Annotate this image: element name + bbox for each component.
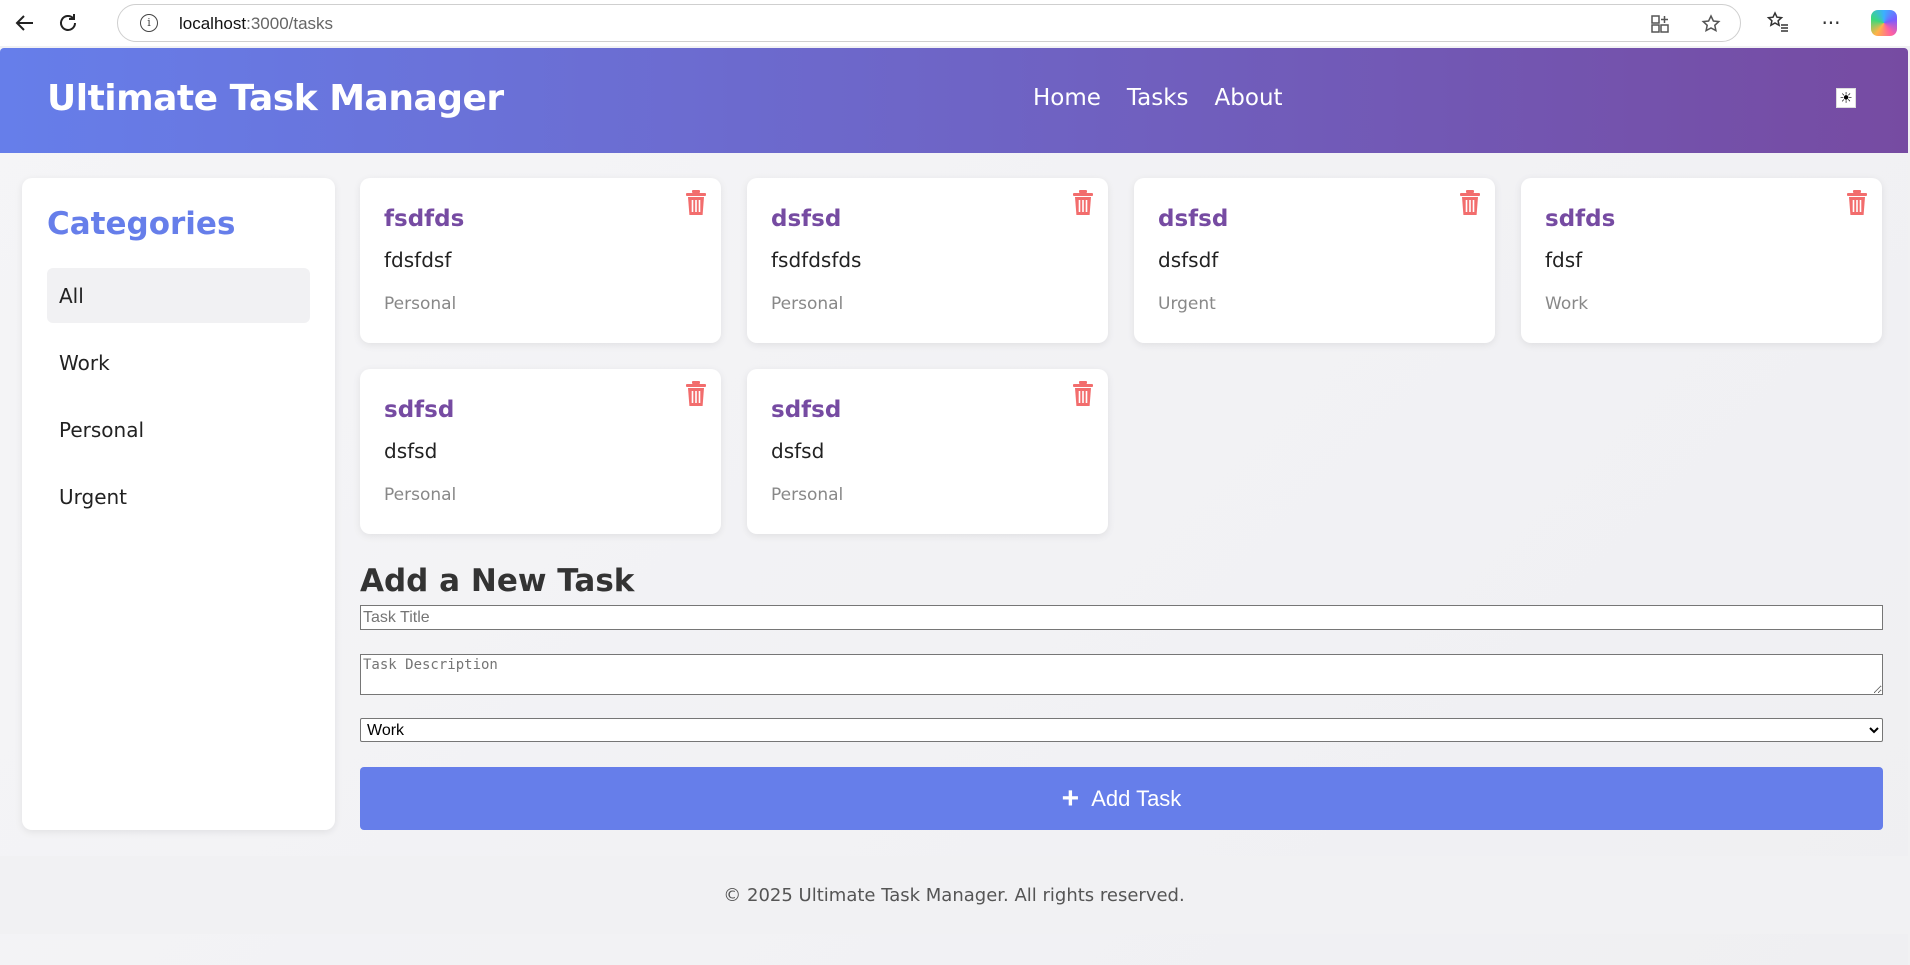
back-arrow-icon[interactable] — [12, 10, 38, 36]
task-card: dsfsd dsfsdf Urgent — [1134, 178, 1495, 343]
task-category: Personal — [384, 294, 457, 314]
task-title: sdfds — [1545, 206, 1616, 232]
trash-icon[interactable] — [1459, 190, 1481, 216]
sun-icon: ☀ — [1839, 89, 1853, 107]
category-item-personal[interactable]: Personal — [47, 402, 310, 457]
task-title: dsfsd — [1158, 206, 1229, 232]
sidebar-title: Categories — [47, 206, 236, 242]
task-category: Work — [1545, 294, 1589, 314]
category-label: Personal — [59, 417, 145, 442]
app-title: Ultimate Task Manager — [47, 78, 504, 119]
task-card: sdfsd dsfsd Personal — [360, 369, 721, 534]
address-bar[interactable]: i localhost:3000/tasks — [117, 4, 1741, 42]
app-header: Ultimate Task Manager Home Tasks About ☀ — [0, 48, 1908, 153]
task-description: dsfsd — [771, 439, 825, 463]
category-item-urgent[interactable]: Urgent — [47, 469, 310, 524]
task-category-select[interactable]: Work Personal Urgent — [360, 718, 1883, 742]
task-description: fdsfdsf — [384, 248, 452, 272]
trash-icon[interactable] — [1846, 190, 1868, 216]
task-category: Personal — [384, 485, 457, 505]
trash-icon[interactable] — [685, 190, 707, 216]
categories-sidebar: Categories All Work Personal Urgent — [22, 178, 335, 830]
more-menu-icon[interactable]: ··· — [1818, 10, 1844, 36]
copilot-icon[interactable] — [1871, 10, 1897, 36]
favorites-icon[interactable] — [1765, 10, 1791, 36]
task-category: Personal — [771, 485, 844, 505]
task-card: sdfsd dsfsd Personal — [747, 369, 1108, 534]
task-description: fsdfdsfds — [771, 248, 862, 272]
trash-icon[interactable] — [1072, 190, 1094, 216]
task-description: fdsf — [1545, 248, 1583, 272]
task-card: fsdfds fdsfdsf Personal — [360, 178, 721, 343]
task-title: sdfsd — [384, 397, 455, 423]
task-card: sdfds fdsf Work — [1521, 178, 1882, 343]
task-title-input[interactable] — [360, 605, 1883, 630]
footer: © 2025 Ultimate Task Manager. All rights… — [0, 856, 1908, 934]
category-item-all[interactable]: All — [47, 268, 310, 323]
task-category: Urgent — [1158, 294, 1216, 314]
nav-tasks-link[interactable]: Tasks — [1127, 85, 1189, 111]
task-title: sdfsd — [771, 397, 842, 423]
task-category: Personal — [771, 294, 844, 314]
site-info-icon[interactable]: i — [140, 14, 158, 32]
browser-toolbar: i localhost:3000/tasks ··· — [0, 0, 1910, 46]
category-label: Work — [59, 350, 110, 375]
task-title: dsfsd — [771, 206, 842, 232]
trash-icon[interactable] — [1072, 381, 1094, 407]
add-task-label: Add Task — [1091, 785, 1182, 811]
task-description: dsfsd — [384, 439, 438, 463]
add-task-button[interactable]: + Add Task — [360, 767, 1883, 830]
url-text: localhost:3000/tasks — [179, 14, 334, 33]
task-description-input[interactable] — [360, 654, 1883, 695]
task-title: fsdfds — [384, 206, 465, 232]
main-nav: Home Tasks About — [1033, 85, 1283, 111]
category-label: All — [59, 283, 84, 308]
category-item-work[interactable]: Work — [47, 335, 310, 390]
category-label: Urgent — [59, 484, 128, 509]
add-task-heading: Add a New Task — [360, 563, 635, 599]
refresh-icon[interactable] — [55, 10, 81, 36]
task-description: dsfsdf — [1158, 248, 1219, 272]
category-list: All Work Personal Urgent — [47, 268, 310, 536]
plus-icon: + — [1061, 781, 1080, 815]
trash-icon[interactable] — [685, 381, 707, 407]
theme-toggle-button[interactable]: ☀ — [1836, 88, 1856, 108]
favorite-star-icon[interactable] — [1701, 14, 1721, 34]
task-card: dsfsd fsdfdsfds Personal — [747, 178, 1108, 343]
app-available-icon[interactable] — [1650, 14, 1670, 34]
nav-home-link[interactable]: Home — [1033, 85, 1101, 111]
app-container: Ultimate Task Manager Home Tasks About ☀… — [0, 48, 1908, 965]
footer-copyright: © 2025 Ultimate Task Manager. All rights… — [723, 884, 1185, 906]
nav-about-link[interactable]: About — [1215, 85, 1283, 111]
